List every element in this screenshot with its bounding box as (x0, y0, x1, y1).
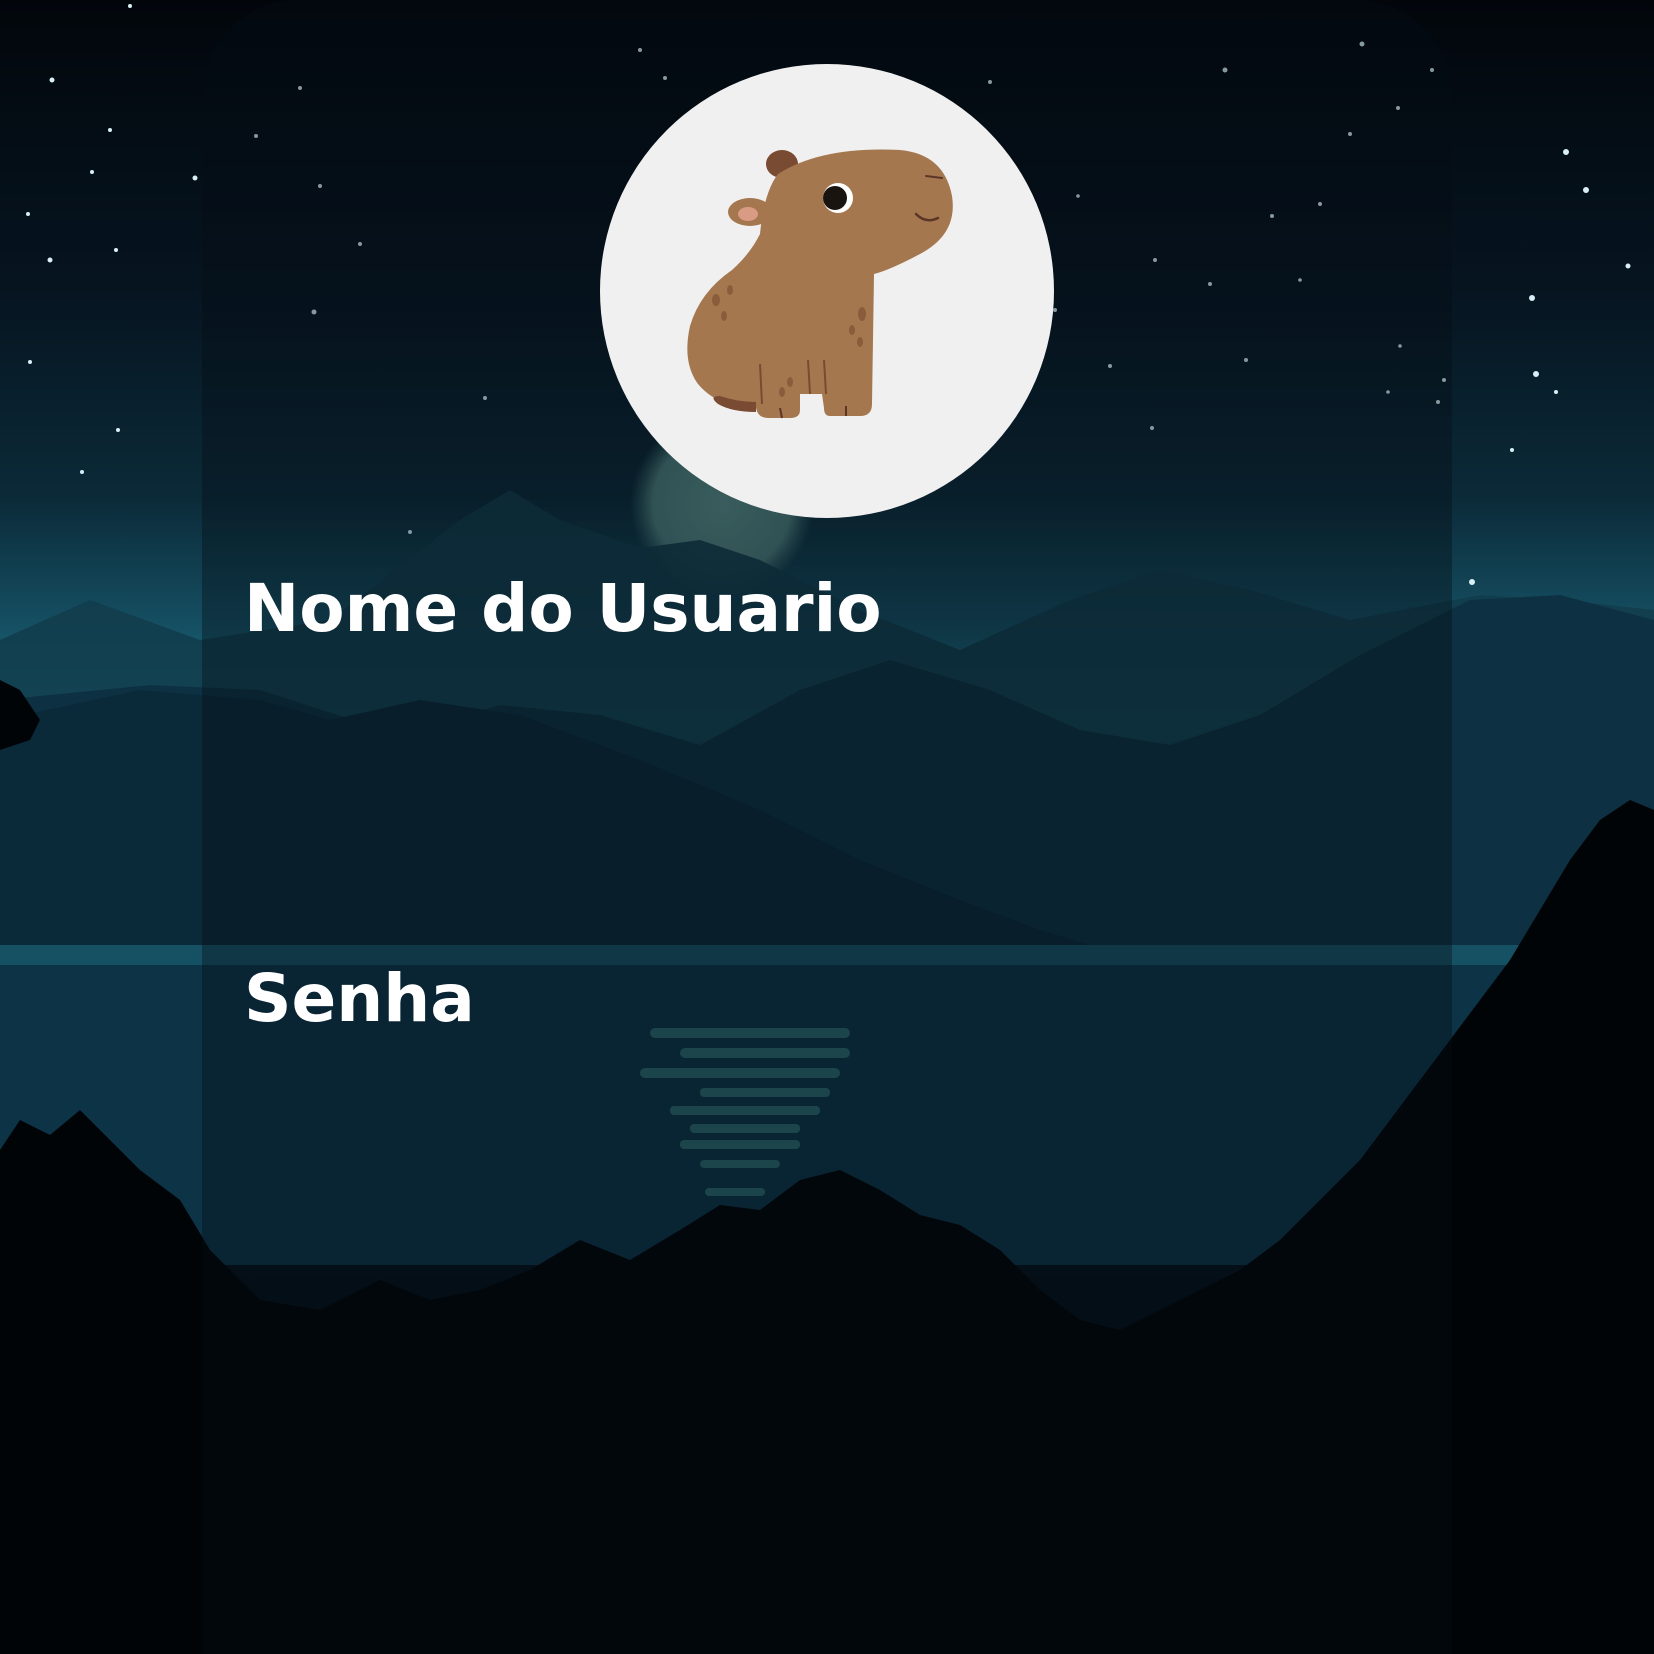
avatar (600, 64, 1054, 518)
username-label: Nome do Usuario (244, 570, 882, 647)
password-input[interactable] (244, 1060, 1404, 1150)
username-input[interactable] (244, 670, 1404, 760)
capybara-icon (687, 149, 953, 419)
password-label: Senha (244, 960, 475, 1037)
